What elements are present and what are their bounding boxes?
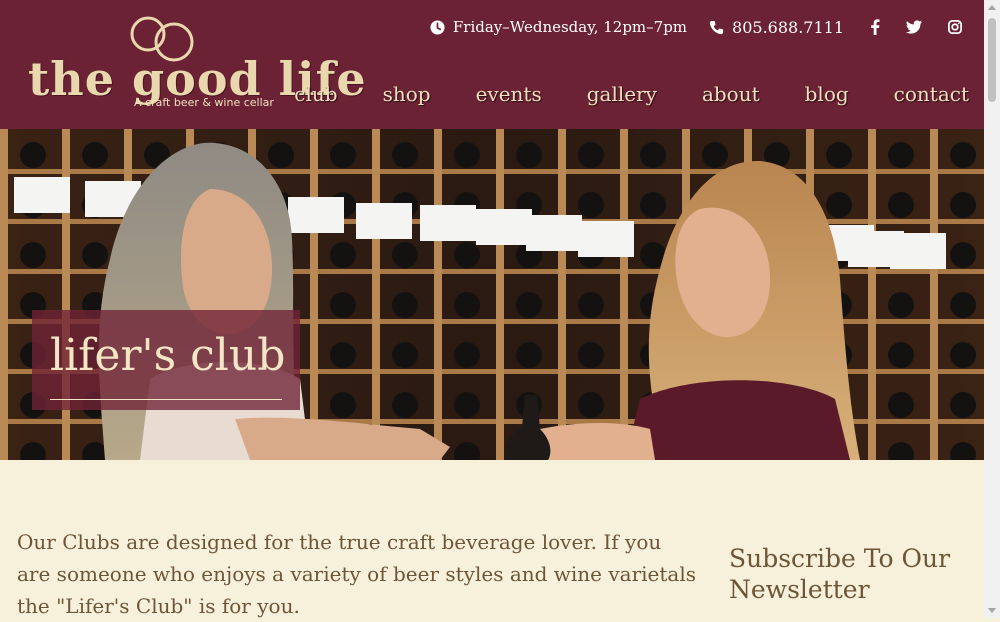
hero-banner: lifer's club — [0, 129, 984, 460]
clock-icon — [430, 19, 445, 35]
hero-title-box: lifer's club — [32, 310, 300, 410]
scroll-down-arrow-icon[interactable] — [988, 608, 996, 613]
phone-icon — [709, 20, 724, 34]
nav-gallery[interactable]: gallery — [587, 82, 657, 106]
main-nav: club shop events gallery about blog cont… — [249, 82, 969, 106]
intro-text: Our Clubs are designed for the true craf… — [17, 530, 697, 618]
instagram-link[interactable] — [948, 20, 962, 34]
facebook-link[interactable] — [870, 19, 880, 35]
nav-contact[interactable]: contact — [894, 82, 969, 106]
site-logo[interactable]: the good life A craft beer & wine cellar — [26, 16, 366, 116]
nav-shop[interactable]: shop — [383, 82, 431, 106]
hours-text: Friday–Wednesday, 12pm–7pm — [452, 18, 688, 36]
twitter-icon — [906, 20, 922, 34]
nav-club[interactable]: club — [294, 82, 337, 106]
nav-events[interactable]: events — [476, 82, 542, 106]
hero-title-underline — [50, 399, 282, 400]
nav-blog[interactable]: blog — [805, 82, 849, 106]
top-info-bar: Friday–Wednesday, 12pm–7pm 805.688.7111 — [430, 16, 966, 38]
hero-image — [0, 129, 984, 460]
hours-info: Friday–Wednesday, 12pm–7pm — [430, 18, 709, 36]
page-scrollbar[interactable] — [984, 0, 1000, 618]
nav-about[interactable]: about — [702, 82, 760, 106]
instagram-icon — [948, 20, 962, 34]
phone-link[interactable]: 805.688.7111 — [709, 18, 870, 37]
hero-title: lifer's club — [50, 330, 286, 381]
facebook-icon — [871, 19, 880, 35]
scroll-thumb[interactable] — [988, 18, 996, 102]
twitter-link[interactable] — [906, 20, 922, 34]
newsletter-title: Subscribe To Our Newsletter — [729, 544, 951, 604]
scroll-up-arrow-icon[interactable] — [988, 5, 996, 10]
site-header: the good life A craft beer & wine cellar… — [0, 0, 984, 129]
phone-number[interactable]: 805.688.7111 — [732, 18, 844, 37]
